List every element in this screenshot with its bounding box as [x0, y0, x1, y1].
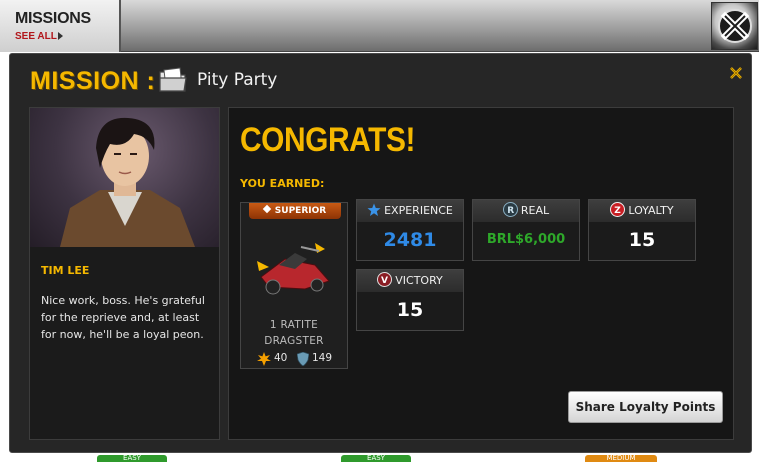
mission-heading: MISSION : [30, 67, 156, 95]
chevron-right-icon [58, 32, 63, 40]
real-header: R REAL [473, 200, 579, 222]
experience-value: 2481 [383, 229, 437, 251]
reward-panel: CONGRATS! YOU EARNED: SUPERIOR 1 RATITE … [228, 107, 734, 440]
close-icon[interactable] [728, 65, 744, 81]
folder-icon [158, 66, 188, 98]
you-earned-label: YOU EARNED: [240, 177, 325, 190]
reward-item-card[interactable]: SUPERIOR 1 RATITE DRAGSTER 40 149 [240, 202, 348, 369]
mission-complete-modal: MISSION : Pity Party TIM LEE Nice work, … [9, 53, 752, 453]
item-stats: 40 149 [257, 351, 347, 369]
congrats-headline: CONGRATS! [240, 121, 415, 159]
dragster-image [255, 237, 335, 305]
loyalty-icon: Z [610, 202, 626, 225]
real-box: R REAL BRL$6,000 [472, 199, 580, 261]
top-bar: MISSIONS SEE ALL [0, 0, 759, 52]
see-all-link[interactable]: SEE ALL [15, 31, 57, 42]
rarity-badge: SUPERIOR [249, 203, 341, 219]
victory-box: V VICTORY 15 [356, 269, 464, 331]
loyalty-value: 15 [628, 229, 656, 251]
experience-box: EXPERIENCE 2481 [356, 199, 464, 261]
x-men-icon[interactable] [711, 2, 758, 50]
character-panel: TIM LEE Nice work, boss. He's grateful f… [29, 107, 220, 440]
difficulty-tab-medium[interactable]: MEDIUM [585, 455, 657, 462]
share-loyalty-points-button[interactable]: Share Loyalty Points [568, 391, 723, 423]
experience-header: EXPERIENCE [357, 200, 463, 222]
difficulty-tab-easy-1[interactable]: EASY [97, 455, 167, 462]
character-name: TIM LEE [41, 264, 90, 277]
star-icon [367, 203, 381, 225]
victory-label: VICTORY [395, 274, 443, 287]
experience-label: EXPERIENCE [384, 204, 453, 217]
item-name: 1 RATITE DRAGSTER [264, 319, 324, 347]
mission-name: Pity Party [197, 70, 278, 90]
missions-title: MISSIONS [15, 10, 91, 27]
difficulty-tab-easy-2[interactable]: EASY [341, 455, 411, 462]
real-value: BRL$6,000 [486, 232, 566, 247]
defense-icon [296, 351, 310, 369]
victory-header: V VICTORY [357, 270, 463, 292]
character-portrait [30, 108, 219, 247]
real-currency-icon: R [502, 202, 518, 225]
svg-text:R: R [507, 206, 514, 216]
attack-value: 40 [274, 352, 288, 364]
loyalty-box: Z LOYALTY 15 [588, 199, 696, 261]
loyalty-label: LOYALTY [628, 204, 674, 217]
svg-text:V: V [381, 276, 388, 286]
victory-icon: V [377, 272, 393, 295]
defense-value: 149 [312, 352, 333, 364]
victory-value: 15 [396, 299, 424, 321]
rarity-label: SUPERIOR [274, 206, 327, 216]
missions-tab[interactable]: MISSIONS SEE ALL [0, 0, 121, 52]
loyalty-header: Z LOYALTY [589, 200, 695, 222]
real-label: REAL [520, 204, 550, 217]
attack-icon [257, 352, 271, 369]
character-message: Nice work, boss. He's grateful for the r… [41, 294, 205, 341]
diamond-icon [262, 204, 272, 214]
svg-text:Z: Z [615, 206, 622, 216]
